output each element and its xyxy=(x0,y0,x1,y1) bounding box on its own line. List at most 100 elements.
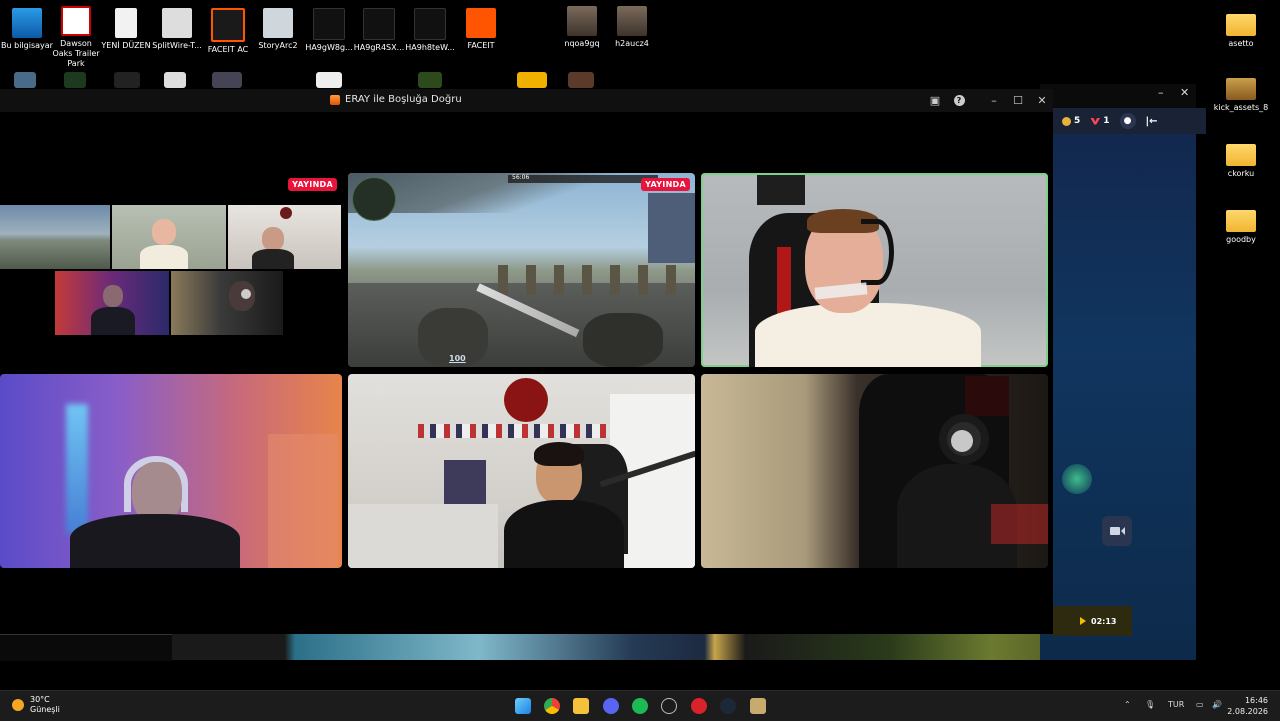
window-title-text: ERAY ile Boşluğa Doğru xyxy=(345,94,462,105)
live-badge: YAYINDA xyxy=(641,178,690,191)
photo-icon xyxy=(617,6,647,36)
person-body xyxy=(70,514,240,568)
minimize-button[interactable]: – xyxy=(985,92,1003,108)
spotify-icon[interactable] xyxy=(632,698,648,714)
user-icon[interactable]: ● xyxy=(1119,113,1136,129)
video-tile-stream-grid[interactable]: YAYINDA xyxy=(0,173,342,367)
stream-pane-webcam xyxy=(55,271,169,335)
desktop-icon-ckorku[interactable]: ckorku xyxy=(1214,138,1268,179)
clock[interactable]: 16:46 2.08.2026 xyxy=(1227,695,1268,717)
minimize-icon[interactable]: – xyxy=(1158,86,1164,99)
desktop-icon-ha9gr4sx[interactable]: HA9gR4SX... xyxy=(352,8,406,53)
desktop-icon-label: YENİ DÜZEN xyxy=(101,41,151,50)
chevron-up-icon[interactable]: ⌃ xyxy=(1124,700,1131,709)
side-panel-toolbar: 5 1 ● |← xyxy=(1052,108,1206,134)
window-titlebar: ERAY ile Boşluğa Doğru ▣ ? – ☐ ✕ xyxy=(0,89,1053,112)
volume-icon[interactable]: 🔊 xyxy=(1212,700,1222,709)
camera-icon[interactable] xyxy=(1102,516,1132,546)
language-indicator[interactable]: TUR xyxy=(1168,700,1184,709)
desktop-icon-faceit-ac[interactable]: FACEIT AC xyxy=(201,8,255,55)
desktop-icon-label: StoryArc2 xyxy=(258,41,298,50)
desktop-icon-partial[interactable] xyxy=(64,72,86,88)
chair-logo xyxy=(965,376,1009,416)
weather-condition: Güneşli xyxy=(30,705,60,714)
desktop-icon-ha9gw8g[interactable]: HA9gW8g... xyxy=(302,8,356,53)
image-file-icon xyxy=(263,8,293,38)
folder-icon xyxy=(1226,210,1256,232)
desktop-icon-partial[interactable] xyxy=(212,72,242,88)
collapse-panel-icon[interactable]: |← xyxy=(1146,116,1158,127)
background-app-window[interactable]: – ✕ 5 1 ● |← xyxy=(1040,84,1206,660)
github-icon[interactable] xyxy=(661,698,677,714)
desktop-icon-partial[interactable] xyxy=(114,72,140,88)
desktop-icon-partial[interactable] xyxy=(568,72,594,88)
desktop-icon-label: kick_assets_8 xyxy=(1213,103,1269,112)
desktop-icon-yeni-duzen[interactable]: YENİ DÜZEN xyxy=(99,8,153,51)
image-file-icon xyxy=(363,8,395,40)
valorant-counter[interactable]: 1 xyxy=(1090,116,1110,126)
desktop-icon-dawson-oaks[interactable]: Dawson Oaks Trailer Park xyxy=(49,6,103,69)
live-badge: YAYINDA xyxy=(288,178,337,191)
desktop-icon-partial[interactable] xyxy=(418,72,442,88)
video-tile-participant[interactable] xyxy=(348,374,695,568)
desktop-icon-label: asetto xyxy=(1228,39,1254,48)
video-duration: 02:13 xyxy=(1091,616,1117,626)
enemy-players xyxy=(498,265,678,295)
video-tile-participant[interactable] xyxy=(0,374,342,568)
gloved-hands xyxy=(583,313,663,367)
picture-in-picture-icon[interactable]: ▣ xyxy=(926,92,944,108)
document-icon xyxy=(115,8,137,38)
desktop-icon-this-pc[interactable]: Bu bilgisayar xyxy=(0,8,54,51)
headset-earcup xyxy=(951,430,973,452)
kick-folder-icon xyxy=(1226,78,1256,100)
league-icon[interactable] xyxy=(750,698,766,714)
globe-icon xyxy=(162,8,192,38)
faceit-ac-icon xyxy=(211,8,245,42)
chrome-icon[interactable] xyxy=(544,698,560,714)
desktop-icon-ha9h8tew[interactable]: HA9h8teW... xyxy=(403,8,457,53)
video-thumbnail-strip[interactable]: 02:13 xyxy=(1052,606,1132,636)
wall-poster xyxy=(757,175,805,205)
desktop-icon-partial[interactable] xyxy=(316,72,342,88)
start-icon[interactable] xyxy=(515,698,531,714)
temperature: 30°C xyxy=(30,695,50,704)
close-button[interactable]: ✕ xyxy=(1033,92,1051,108)
pc-icon xyxy=(12,8,42,38)
desktop-icon-faceit[interactable]: FACEIT xyxy=(454,8,508,51)
desktop-icon-partial[interactable] xyxy=(517,72,547,88)
close-icon[interactable]: ✕ xyxy=(1180,86,1189,99)
desktop-icon-goodby[interactable]: goodby xyxy=(1214,204,1268,245)
desktop-icon-partial[interactable] xyxy=(14,72,36,88)
video-tile-gameplay[interactable]: 56:06 100 YAYINDA xyxy=(348,173,695,367)
discord-icon[interactable] xyxy=(603,698,619,714)
stream-pane-webcam xyxy=(171,271,283,335)
desktop-icon-storyarc2[interactable]: StoryArc2 xyxy=(251,8,305,51)
desktop-icon-asetto[interactable]: asetto xyxy=(1214,8,1268,49)
desktop-icon-nqoa9gq[interactable]: nqoa9gq xyxy=(555,6,609,49)
display-icon[interactable]: ▭ xyxy=(1196,700,1204,709)
weather-widget[interactable]: 30°C Güneşli xyxy=(12,695,60,715)
desktop-icon-label: FACEIT AC xyxy=(207,45,249,54)
coin-counter[interactable]: 5 xyxy=(1062,116,1080,126)
desktop-icon-h2aucz4[interactable]: h2aucz4 xyxy=(605,6,659,49)
microphone-icon[interactable]: 🎙 xyxy=(1145,700,1155,709)
round-timer: 56:06 xyxy=(512,174,530,181)
app-red-icon[interactable] xyxy=(691,698,707,714)
valorant-icon xyxy=(1090,117,1101,125)
photo-icon xyxy=(567,6,597,36)
video-tile-active-speaker[interactable] xyxy=(701,173,1048,367)
desktop-icon-partial[interactable] xyxy=(164,72,186,88)
desktop-icon-splitwire[interactable]: SplitWire-T... xyxy=(150,8,204,51)
headset xyxy=(861,219,894,285)
valorant-count: 1 xyxy=(1103,116,1110,126)
coin-icon xyxy=(1062,116,1071,126)
health-value: 100 xyxy=(449,354,466,363)
maximize-button[interactable]: ☐ xyxy=(1009,92,1027,108)
video-tile-participant[interactable] xyxy=(701,374,1048,568)
help-icon[interactable]: ? xyxy=(950,92,968,108)
steam-icon[interactable] xyxy=(720,698,736,714)
desktop-icon-kick-assets[interactable]: kick_assets_8 xyxy=(1212,72,1270,113)
background-window-titlebar: – ✕ xyxy=(1040,84,1196,108)
stream-pane-game xyxy=(0,205,110,269)
file-explorer-icon[interactable] xyxy=(573,698,589,714)
